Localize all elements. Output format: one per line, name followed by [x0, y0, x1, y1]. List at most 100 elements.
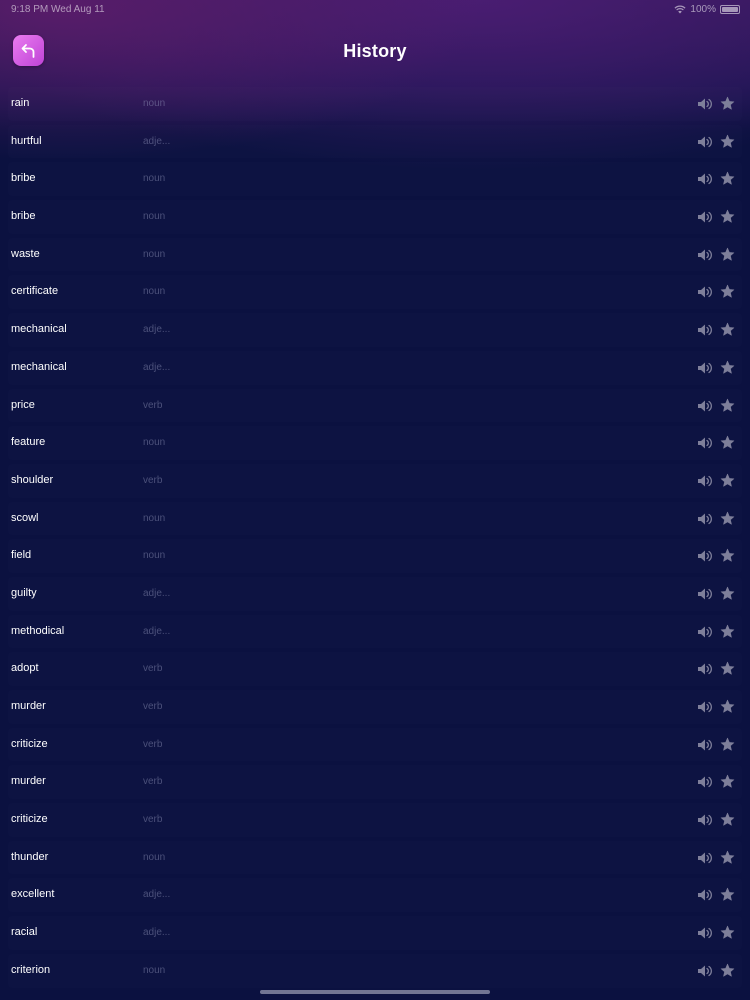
star-icon[interactable] [720, 661, 735, 676]
speaker-icon[interactable] [697, 436, 713, 450]
history-word: hurtful [11, 134, 42, 147]
star-icon[interactable] [720, 699, 735, 714]
part-of-speech: adje... [143, 625, 171, 637]
part-of-speech: verb [143, 776, 163, 788]
star-icon[interactable] [720, 360, 735, 375]
speaker-icon[interactable] [697, 210, 713, 224]
status-bar: 9:18 PM Wed Aug 11 100% [0, 0, 750, 20]
history-row[interactable]: feature noun [0, 424, 750, 462]
speaker-icon[interactable] [697, 323, 713, 337]
history-word: murder [11, 700, 46, 712]
history-row[interactable]: excellent adje... [0, 876, 750, 914]
history-word: shoulder [11, 473, 54, 486]
part-of-speech: noun [143, 248, 166, 260]
history-row[interactable]: adopt verb [0, 650, 750, 688]
history-word: feature [11, 436, 46, 449]
history-word: methodical [11, 624, 65, 637]
star-icon[interactable] [720, 812, 735, 827]
star-icon[interactable] [720, 925, 735, 940]
part-of-speech: noun [143, 512, 166, 524]
speaker-icon[interactable] [697, 888, 713, 902]
star-icon[interactable] [720, 624, 735, 639]
history-row[interactable]: murder verb [0, 688, 750, 726]
history-row[interactable]: scowl noun [0, 500, 750, 538]
speaker-icon[interactable] [697, 625, 713, 639]
history-row[interactable]: mechanical adje... [0, 311, 750, 349]
history-row[interactable]: criticize verb [0, 726, 750, 764]
star-icon[interactable] [720, 963, 735, 978]
star-icon[interactable] [720, 209, 735, 224]
part-of-speech: adje... [143, 324, 171, 336]
history-row[interactable]: bribe noun [0, 160, 750, 198]
history-row[interactable]: price verb [0, 387, 750, 425]
speaker-icon[interactable] [697, 172, 713, 186]
star-icon[interactable] [720, 774, 735, 789]
star-icon[interactable] [720, 171, 735, 186]
history-row[interactable]: hurtful adje... [0, 123, 750, 161]
history-word: excellent [11, 888, 55, 901]
history-row[interactable]: rain noun [0, 85, 750, 123]
star-icon[interactable] [720, 96, 735, 111]
star-icon[interactable] [720, 586, 735, 601]
speaker-icon[interactable] [697, 285, 713, 299]
history-list: rain noun hurtful adje... bribe noun bribe noun… [0, 85, 750, 990]
speaker-icon[interactable] [697, 738, 713, 752]
history-row[interactable]: guilty adje... [0, 575, 750, 613]
part-of-speech: adje... [143, 361, 171, 373]
speaker-icon[interactable] [697, 700, 713, 714]
star-icon[interactable] [720, 850, 735, 865]
speaker-icon[interactable] [697, 587, 713, 601]
speaker-icon[interactable] [697, 97, 713, 111]
star-icon[interactable] [720, 548, 735, 563]
history-word: criticize [11, 737, 48, 750]
history-row[interactable]: criticize verb [0, 801, 750, 839]
speaker-icon[interactable] [697, 775, 713, 789]
history-row[interactable]: mechanical adje... [0, 349, 750, 387]
speaker-icon[interactable] [697, 512, 713, 526]
wifi-icon [674, 5, 686, 14]
speaker-icon[interactable] [697, 662, 713, 676]
history-word: guilty [11, 586, 37, 599]
speaker-icon[interactable] [697, 549, 713, 563]
star-icon[interactable] [720, 887, 735, 902]
speaker-icon[interactable] [697, 248, 713, 262]
history-row[interactable]: criterion noun [0, 952, 750, 990]
star-icon[interactable] [720, 473, 735, 488]
history-word: mechanical [11, 323, 67, 336]
speaker-icon[interactable] [697, 399, 713, 413]
speaker-icon[interactable] [697, 813, 713, 827]
speaker-icon[interactable] [697, 926, 713, 940]
history-row[interactable]: racial adje... [0, 914, 750, 952]
speaker-icon[interactable] [697, 851, 713, 865]
history-row[interactable]: certificate noun [0, 273, 750, 311]
history-row[interactable]: methodical adje... [0, 613, 750, 651]
star-icon[interactable] [720, 511, 735, 526]
history-word: field [11, 549, 32, 562]
speaker-icon[interactable] [697, 964, 713, 978]
history-row[interactable]: shoulder verb [0, 462, 750, 500]
star-icon[interactable] [720, 284, 735, 299]
battery-icon [720, 5, 740, 14]
history-word: bribe [11, 210, 36, 223]
part-of-speech: verb [143, 399, 163, 411]
star-icon[interactable] [720, 247, 735, 262]
part-of-speech: verb [143, 474, 163, 486]
history-row[interactable]: thunder noun [0, 839, 750, 877]
history-row[interactable]: field noun [0, 537, 750, 575]
history-row[interactable]: waste noun [0, 236, 750, 274]
status-time-date: 9:18 PM Wed Aug 11 [11, 4, 105, 15]
speaker-icon[interactable] [697, 361, 713, 375]
speaker-icon[interactable] [697, 474, 713, 488]
star-icon[interactable] [720, 322, 735, 337]
history-row[interactable]: murder verb [0, 763, 750, 801]
star-icon[interactable] [720, 435, 735, 450]
star-icon[interactable] [720, 134, 735, 149]
home-indicator[interactable] [260, 990, 490, 994]
history-word: bribe [11, 172, 36, 185]
speaker-icon[interactable] [697, 135, 713, 149]
star-icon[interactable] [720, 737, 735, 752]
part-of-speech: verb [143, 663, 163, 675]
star-icon[interactable] [720, 398, 735, 413]
part-of-speech: noun [143, 286, 166, 298]
history-row[interactable]: bribe noun [0, 198, 750, 236]
